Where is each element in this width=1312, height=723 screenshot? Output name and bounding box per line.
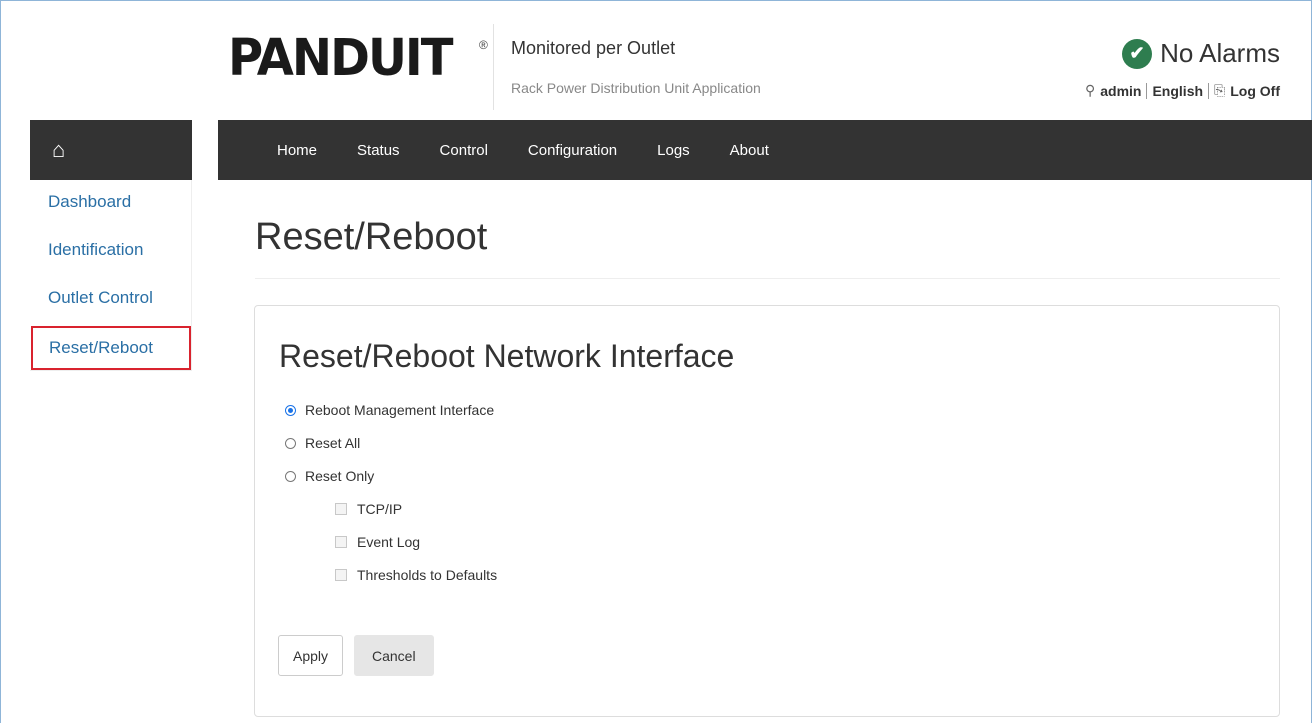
divider bbox=[1146, 82, 1148, 99]
checkbox-tcpip[interactable]: TCP/IP bbox=[335, 501, 402, 517]
nav-about[interactable]: About bbox=[730, 142, 769, 159]
username[interactable]: admin bbox=[1100, 83, 1141, 99]
header-divider bbox=[493, 24, 494, 110]
sidebar-home-button[interactable]: ⌂ bbox=[30, 120, 192, 180]
check-circle-icon: ✔ bbox=[1122, 38, 1153, 69]
radio-button[interactable] bbox=[285, 437, 296, 449]
registered-mark: ® bbox=[479, 38, 488, 52]
sidebar-item-outlet-control[interactable]: Outlet Control bbox=[30, 276, 191, 324]
panduit-logo: PANDUIT bbox=[228, 28, 454, 88]
divider bbox=[1208, 82, 1210, 99]
nav-control[interactable]: Control bbox=[440, 142, 488, 159]
app-subtitle: Rack Power Distribution Unit Application bbox=[511, 80, 761, 96]
checkbox-label: Event Log bbox=[357, 534, 421, 550]
cancel-button[interactable]: Cancel bbox=[354, 635, 434, 676]
option-label: Reset All bbox=[305, 435, 361, 451]
option-reset-only[interactable]: Reset Only bbox=[285, 468, 374, 484]
panel-title: Reset/Reboot Network Interface bbox=[279, 338, 735, 374]
checkbox[interactable] bbox=[335, 569, 347, 581]
option-label: Reset Only bbox=[305, 468, 375, 484]
nav-home[interactable]: Home bbox=[277, 142, 317, 159]
alarm-status: ✔ No Alarms bbox=[1122, 38, 1280, 69]
checkbox-event-log[interactable]: Event Log bbox=[335, 534, 420, 550]
language-selector[interactable]: English bbox=[1152, 83, 1203, 99]
top-navigation: Home Status Control Configuration Logs A… bbox=[218, 120, 1312, 180]
sidebar-item-reset-reboot[interactable]: Reset/Reboot bbox=[31, 326, 191, 370]
app-title: Monitored per Outlet bbox=[511, 38, 676, 58]
apply-button[interactable]: Apply bbox=[278, 635, 344, 676]
option-reboot-management[interactable]: Reboot Management Interface bbox=[285, 402, 494, 418]
checkbox-thresholds[interactable]: Thresholds to Defaults bbox=[335, 567, 497, 583]
title-divider bbox=[255, 278, 1280, 279]
home-icon: ⌂ bbox=[52, 137, 66, 162]
reset-panel: Reset/Reboot Network Interface Reboot Ma… bbox=[254, 305, 1280, 717]
checkbox[interactable] bbox=[335, 536, 347, 548]
radio-button-selected[interactable] bbox=[285, 404, 296, 416]
nav-configuration[interactable]: Configuration bbox=[528, 142, 617, 159]
checkbox-label: Thresholds to Defaults bbox=[357, 567, 498, 583]
sidebar-item-dashboard[interactable]: Dashboard bbox=[30, 180, 191, 228]
checkbox-label: TCP/IP bbox=[357, 501, 403, 517]
option-reset-all[interactable]: Reset All bbox=[285, 435, 360, 451]
nav-logs[interactable]: Logs bbox=[657, 142, 690, 159]
sidebar-menu: Dashboard Identification Outlet Control … bbox=[30, 180, 192, 371]
user-icon: ⚲ bbox=[1084, 82, 1096, 98]
page-title: Reset/Reboot bbox=[255, 216, 488, 258]
logoff-icon: ⎘ bbox=[1214, 82, 1226, 98]
radio-button[interactable] bbox=[285, 470, 296, 482]
alarm-status-text: No Alarms bbox=[1160, 38, 1280, 68]
logoff-link[interactable]: Log Off bbox=[1230, 83, 1280, 99]
checkbox[interactable] bbox=[335, 503, 347, 515]
nav-status[interactable]: Status bbox=[357, 142, 400, 159]
sidebar-item-identification[interactable]: Identification bbox=[30, 228, 191, 276]
user-bar: ⚲ admin English ⎘ Log Off bbox=[1085, 82, 1280, 99]
option-label: Reboot Management Interface bbox=[305, 402, 495, 418]
